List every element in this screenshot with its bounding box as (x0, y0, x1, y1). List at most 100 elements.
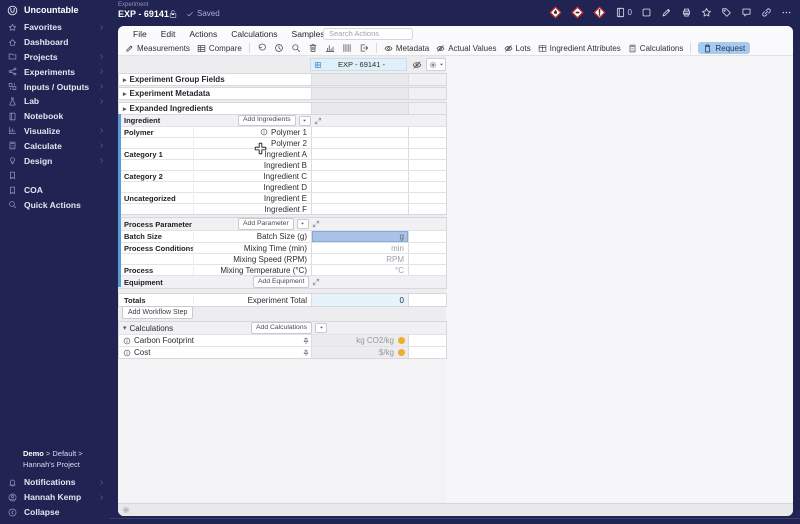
ingredient-row[interactable]: Polymer Polymer 1 (119, 126, 446, 137)
measurements-button[interactable]: Measurements (125, 44, 190, 53)
breadcrumb-current[interactable]: Hannah's Project (23, 460, 80, 469)
info-icon[interactable] (260, 128, 268, 136)
export-icon[interactable] (359, 43, 369, 53)
sidebar-item-design[interactable]: Design (0, 153, 110, 168)
add-equipment-button[interactable]: Add Equipment (253, 276, 310, 288)
hazard-cylinder-icon[interactable] (571, 6, 584, 19)
value-cell[interactable] (311, 138, 408, 148)
search-actions-input[interactable] (323, 28, 413, 40)
gear-icon[interactable] (122, 506, 130, 514)
parameter-row[interactable]: Process Conditions Mixing Time (min) min (119, 242, 446, 253)
sidebar-item-dashboard[interactable]: Dashboard (0, 35, 110, 50)
calculation-value-cell[interactable]: kg CO2/kg (311, 335, 408, 346)
add-workflow-step-button[interactable]: Add Workflow Step (122, 306, 194, 319)
value-cell[interactable] (311, 127, 408, 137)
value-cell[interactable] (311, 149, 408, 159)
row-experiment-group-fields[interactable]: ▸ Experiment Group Fields (119, 74, 446, 85)
ingredient-row[interactable]: Ingredient B (119, 159, 446, 170)
breadcrumb[interactable]: Demo > Default > Hannah's Project (23, 448, 107, 470)
sidebar-item-notifications[interactable]: Notifications (0, 475, 110, 490)
parameter-name-cell[interactable]: Mixing Time (min) (193, 243, 311, 253)
parameter-row[interactable]: Batch Size Batch Size (g) g (119, 230, 446, 242)
pin-cell[interactable] (302, 349, 311, 357)
ingredient-name-cell[interactable]: Ingredient C (193, 171, 311, 181)
add-calculations-dropdown[interactable] (315, 322, 328, 333)
experiment-column-header[interactable]: EXP - 69141 - (310, 58, 407, 71)
value-cell[interactable]: RPM (311, 254, 408, 264)
value-cell[interactable]: min (311, 243, 408, 253)
sidebar-item-experiments[interactable]: Experiments (0, 64, 110, 79)
grid-cell[interactable] (408, 149, 446, 159)
trash-icon[interactable] (308, 43, 318, 53)
grid-cell[interactable] (408, 204, 446, 214)
ingredient-name-cell[interactable]: Ingredient E (193, 193, 311, 203)
caret-down-icon[interactable]: ▾ (119, 324, 130, 332)
sidebar-item-notebook[interactable]: Notebook (0, 109, 110, 124)
sidebar-item-lab[interactable]: Lab (0, 94, 110, 109)
grid-cell[interactable] (408, 182, 446, 192)
grid-cell[interactable] (408, 254, 446, 264)
ingredient-name-cell[interactable]: Polymer 1 (193, 127, 311, 137)
hazard-flame-icon[interactable] (549, 6, 562, 19)
ingredient-name-cell[interactable]: Ingredient B (193, 160, 311, 170)
grid-cell[interactable] (408, 243, 446, 253)
chat-bubble-icon[interactable] (741, 7, 752, 18)
ingredient-row[interactable]: Uncategorized Ingredient E (119, 192, 446, 203)
ingredient-name-cell[interactable]: Polymer 2 (193, 138, 311, 148)
grid-cell[interactable] (311, 88, 408, 99)
add-parameter-button[interactable]: Add Parameter (238, 218, 294, 230)
value-cell[interactable] (311, 160, 408, 170)
lots-toggle[interactable]: Lots (504, 44, 531, 53)
ingredient-attributes-toggle[interactable]: Ingredient Attributes (538, 44, 621, 53)
breadcrumb-path[interactable]: > Default > (44, 449, 83, 458)
ingredient-row[interactable]: Ingredient D (119, 181, 446, 192)
menu-file[interactable]: File (126, 29, 154, 39)
grid-cell[interactable] (311, 103, 408, 114)
comment-box-icon[interactable] (641, 7, 652, 18)
eye-off-icon[interactable] (412, 60, 422, 70)
request-button[interactable]: Request (698, 42, 751, 54)
pencil-icon[interactable] (661, 7, 672, 18)
expand-section-icon[interactable] (314, 117, 322, 125)
value-cell[interactable]: °C (311, 265, 408, 275)
ingredient-name-cell[interactable]: Ingredient F (193, 204, 311, 214)
expand-section-icon[interactable] (312, 220, 320, 228)
histogram-icon[interactable] (325, 43, 335, 53)
printer-icon[interactable] (681, 7, 692, 18)
sidebar-item-bookmark[interactable] (0, 168, 110, 183)
grid-cell[interactable] (311, 74, 408, 85)
parameter-row[interactable]: Mixing Speed (RPM) RPM (119, 253, 446, 264)
ingredient-name-cell[interactable]: Ingredient D (193, 182, 311, 192)
menu-edit[interactable]: Edit (154, 29, 183, 39)
totals-row[interactable]: Totals Experiment Total 0 (119, 294, 446, 306)
grid-cell[interactable] (408, 160, 446, 170)
row-expanded-ingredients[interactable]: ▸ Expanded Ingredients (119, 103, 446, 114)
grid-cell[interactable] (408, 127, 446, 137)
expand-section-icon[interactable] (312, 278, 320, 286)
grid-cell[interactable] (408, 193, 446, 203)
value-cell[interactable] (311, 171, 408, 181)
value-cell[interactable] (311, 182, 408, 192)
link-icon[interactable] (761, 7, 772, 18)
info-icon[interactable] (123, 337, 131, 345)
pin-cell[interactable] (302, 337, 311, 345)
ingredient-name-cell[interactable]: Ingredient A (193, 149, 311, 159)
lock-open-icon[interactable] (168, 9, 178, 19)
history-clock-icon[interactable] (274, 43, 284, 53)
row-experiment-metadata[interactable]: ▸ Experiment Metadata (119, 88, 446, 99)
grid-cell[interactable] (408, 231, 446, 242)
experiment-title[interactable]: EXP - 69141 - (118, 9, 174, 19)
metadata-toggle[interactable]: Metadata (384, 44, 429, 53)
hazard-exclamation-icon[interactable] (593, 6, 606, 19)
ingredient-row[interactable]: Polymer 2 (119, 137, 446, 148)
column-settings-button[interactable] (426, 58, 446, 71)
more-options-icon[interactable] (781, 7, 792, 18)
sidebar-item-collapse[interactable]: Collapse (0, 505, 110, 520)
parameter-name-cell[interactable]: Mixing Temperature (°C) (193, 265, 311, 275)
sidebar-item-projects[interactable]: Projects (0, 50, 110, 65)
tag-icon[interactable] (721, 7, 732, 18)
calculation-row[interactable]: Carbon Footprint kg CO2/kg (119, 334, 446, 346)
undo-icon[interactable] (257, 43, 267, 53)
columns-icon[interactable] (342, 43, 352, 53)
actual-values-toggle[interactable]: Actual Values (436, 44, 497, 53)
